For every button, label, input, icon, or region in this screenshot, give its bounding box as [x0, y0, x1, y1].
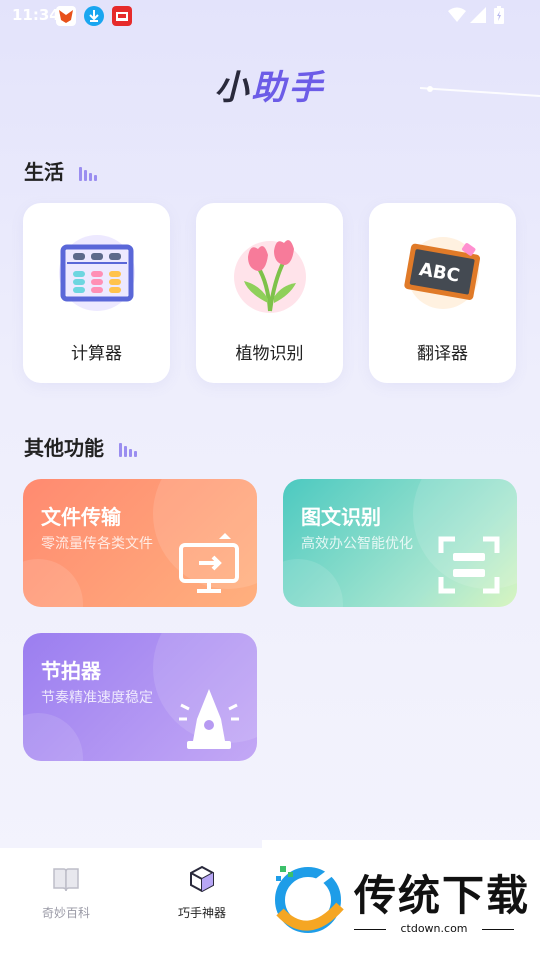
book-icon: [51, 868, 81, 898]
scan-icon: [435, 531, 503, 599]
watermark-text: 传统下载: [354, 871, 531, 920]
app-title: 小助手: [214, 68, 326, 108]
download-icon: [84, 6, 104, 26]
feature-subtitle: 零流量传各类文件: [41, 536, 153, 552]
feature-title: 节拍器: [41, 659, 101, 683]
metronome-icon: [175, 685, 243, 753]
tulip-icon: [230, 233, 310, 313]
feature-metronome[interactable]: 节拍器 节奏精准速度稳定: [23, 633, 257, 761]
card-label: 植物识别: [235, 344, 304, 364]
tab-label: 奇妙百科: [41, 906, 90, 920]
section-title-life: 生活: [24, 156, 99, 186]
tab-encyclopedia[interactable]: 奇妙百科: [6, 864, 126, 921]
tab-handy-tools[interactable]: 巧手神器: [142, 864, 262, 921]
watermark-url: ctdown.com: [354, 922, 514, 935]
card-label: 翻译器: [417, 344, 468, 364]
card-translator[interactable]: ABC 翻译器: [369, 203, 516, 383]
feature-file-transfer[interactable]: 文件传输 零流量传各类文件: [23, 479, 257, 607]
fox-app-icon: [56, 6, 76, 26]
feature-title: 图文识别: [301, 505, 381, 529]
wifi-icon: [448, 7, 466, 27]
status-bar: 11:34: [0, 0, 540, 32]
battery-icon: [494, 6, 504, 28]
section-title-other: 其他功能: [24, 432, 139, 462]
feature-subtitle: 高效办公智能优化: [301, 536, 413, 552]
file-transfer-icon: [175, 531, 243, 599]
card-label: 计算器: [71, 344, 122, 364]
feature-title: 文件传输: [41, 505, 121, 529]
feature-subtitle: 节奏精准速度稳定: [41, 690, 153, 706]
chalkboard-abc-icon: ABC: [403, 233, 483, 313]
section-bars-icon: [78, 162, 99, 186]
section-bars-icon: [118, 438, 139, 462]
watermark-overlay: 传统下载 ctdown.com: [262, 840, 540, 950]
store-app-icon: [112, 6, 132, 26]
feature-image-text-recognition[interactable]: 图文识别 高效办公智能优化: [283, 479, 517, 607]
status-time: 11:34: [12, 6, 60, 24]
tab-label: 巧手神器: [177, 906, 226, 920]
card-calculator[interactable]: 计算器: [23, 203, 170, 383]
cube-icon: [187, 865, 217, 898]
abacus-icon: [57, 233, 137, 313]
signal-icon: [470, 7, 486, 27]
watermark-logo-icon: [268, 862, 348, 938]
card-plant-recognition[interactable]: 植物识别: [196, 203, 343, 383]
